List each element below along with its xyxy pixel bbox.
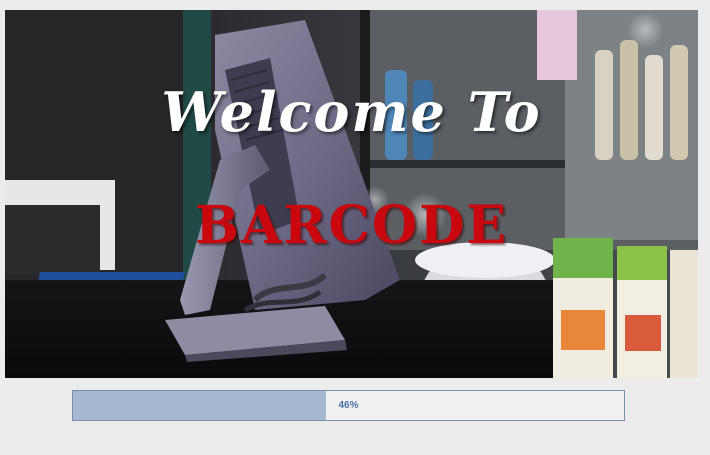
splash-image: Welcome To BARCODE: [5, 10, 698, 378]
loading-progress-bar: 46%: [72, 390, 625, 421]
brand-title: BARCODE: [195, 195, 508, 256]
progress-percent-label: 46%: [338, 400, 359, 411]
pos-terminal-photo: [5, 10, 698, 378]
welcome-title: Welcome To: [161, 80, 542, 144]
splash-window: Welcome To BARCODE 46%: [0, 0, 710, 455]
